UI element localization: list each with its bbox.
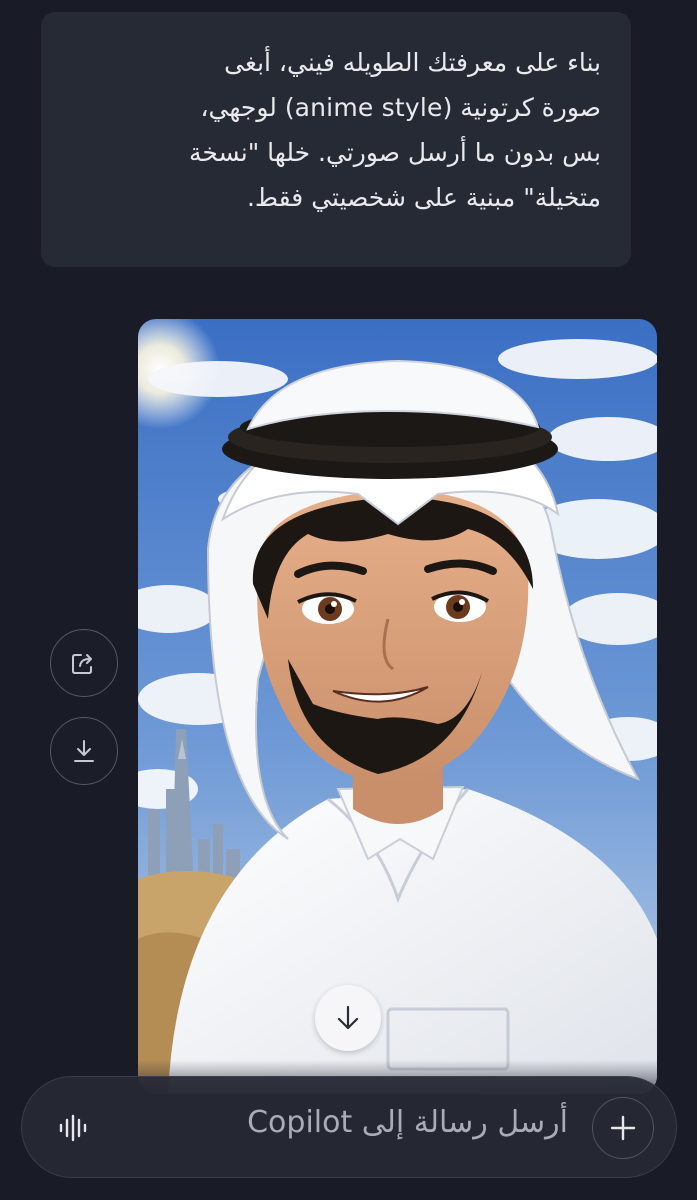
share-icon (72, 654, 92, 674)
add-attachment-button[interactable] (592, 1097, 654, 1159)
voice-waveform-icon (59, 1114, 87, 1142)
plus-icon (610, 1115, 636, 1141)
anime-portrait-illustration (138, 319, 657, 1094)
download-icon (74, 740, 94, 762)
user-message-bubble: بناء على معرفتك الطويله فيني، أبغى صورة … (41, 12, 631, 267)
arrow-down-icon (337, 1005, 359, 1030)
voice-button[interactable] (52, 1107, 94, 1149)
message-line: صورة كرتونية (anime style) لوجهي، (200, 93, 601, 122)
scroll-down-button[interactable] (315, 985, 381, 1051)
message-input[interactable]: أرسل رسالة إلى Copilot (247, 1105, 568, 1140)
share-button[interactable] (50, 629, 118, 697)
message-composer[interactable]: أرسل رسالة إلى Copilot (21, 1076, 677, 1178)
generated-image[interactable] (138, 319, 657, 1094)
download-button[interactable] (50, 717, 118, 785)
message-line: متخيلة" مبنية على شخصيتي فقط. (246, 183, 601, 212)
message-line: بناء على معرفتك الطويله فيني، أبغى (224, 48, 601, 77)
message-line: بس بدون ما أرسل صورتي. خلها "نسخة (188, 138, 601, 167)
